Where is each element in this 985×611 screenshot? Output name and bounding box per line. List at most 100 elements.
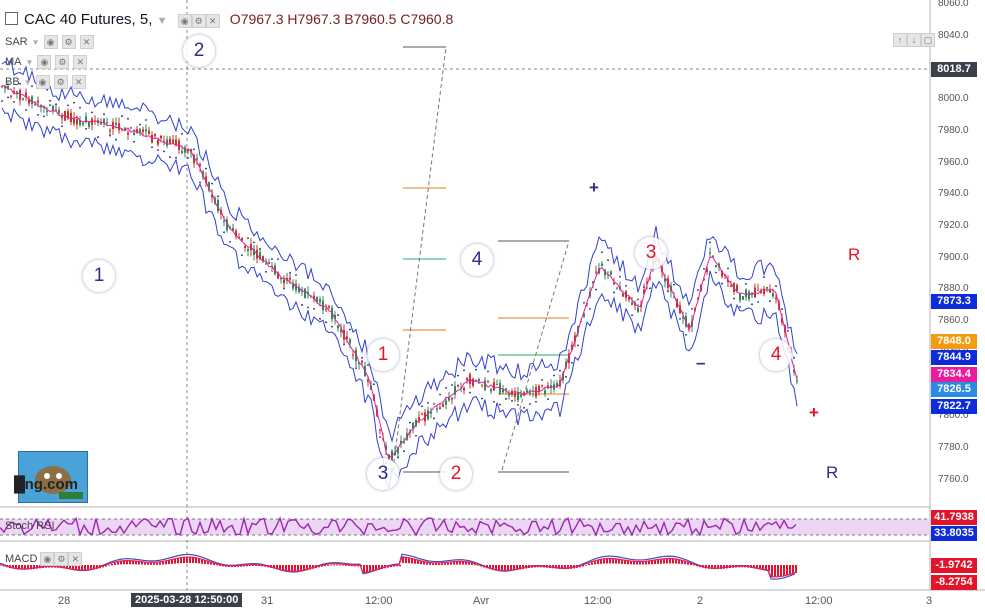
- candle-body: [439, 407, 441, 410]
- time-label: 2: [697, 595, 704, 607]
- fib-projection[interactable]: [498, 240, 570, 473]
- close-icon[interactable]: ✕: [68, 552, 83, 566]
- chevron-down-icon[interactable]: ▼: [26, 58, 34, 67]
- candle-body: [100, 123, 102, 125]
- resistance-marker[interactable]: R: [826, 463, 838, 483]
- sar-dot: [229, 241, 231, 243]
- candle-body: [148, 130, 150, 135]
- chart-canvas[interactable]: [0, 0, 985, 611]
- sar-dot: [133, 140, 135, 143]
- macd-bar: [774, 565, 776, 577]
- macd-bar: [786, 565, 788, 576]
- maximize-icon[interactable]: ▢: [921, 33, 935, 47]
- close-icon[interactable]: ✕: [73, 55, 88, 69]
- collapse-icon[interactable]: [5, 12, 18, 25]
- candle-body: [346, 336, 348, 339]
- candle-body: [433, 403, 435, 405]
- eye-icon[interactable]: ◉: [40, 552, 55, 566]
- eye-icon[interactable]: ◉: [177, 14, 192, 28]
- pane-controls: ↑ ↓ ▢: [893, 30, 935, 48]
- wave-label[interactable]: 3: [367, 458, 399, 490]
- macd-bar: [771, 565, 773, 577]
- candle-body: [796, 380, 798, 382]
- candle-body: [349, 339, 351, 344]
- macd-bar: [144, 562, 146, 565]
- sar-dot: [163, 150, 165, 153]
- macd-bar: [252, 565, 254, 566]
- sar-dot: [13, 100, 15, 103]
- macd-bar: [339, 564, 341, 566]
- candle-body: [631, 302, 633, 305]
- wave-label[interactable]: 1: [367, 339, 399, 371]
- close-icon[interactable]: ✕: [71, 75, 86, 89]
- wave-label[interactable]: 3: [635, 237, 667, 269]
- arrow-up-icon[interactable]: ↑: [893, 33, 907, 47]
- symbol-header[interactable]: CAC 40 Futures, 5, ▼ ◉ ⚙ ✕ O7967.3 H7967.3…: [5, 11, 453, 28]
- plus-marker[interactable]: +: [589, 178, 599, 198]
- stoch-rsi-label[interactable]: Stoch RSI: [5, 520, 55, 532]
- sar-dot: [331, 325, 333, 328]
- eye-icon[interactable]: ◉: [37, 55, 52, 69]
- chevron-down-icon[interactable]: ▼: [32, 38, 40, 47]
- close-icon[interactable]: ✕: [205, 14, 220, 28]
- time-label: 12:00: [805, 595, 833, 607]
- sar-dot: [367, 364, 369, 366]
- price-tag: 7848.0: [931, 334, 977, 349]
- candle-body: [484, 380, 486, 391]
- gear-icon[interactable]: ⚙: [53, 75, 68, 89]
- macd-bar: [597, 560, 599, 565]
- gear-icon[interactable]: ⚙: [55, 55, 70, 69]
- sar-dot: [67, 104, 69, 107]
- plus-marker[interactable]: +: [809, 403, 819, 423]
- close-icon[interactable]: ✕: [79, 35, 94, 49]
- macd-bar: [108, 565, 110, 566]
- sar-dot: [535, 400, 537, 403]
- price-tick: 8000.0: [938, 93, 969, 105]
- time-label: Avr: [473, 595, 490, 607]
- wave-label[interactable]: 2: [183, 35, 215, 67]
- wave-label[interactable]: 1: [83, 260, 115, 292]
- price-tick: 8040.0: [938, 29, 969, 41]
- sar-dot: [73, 101, 75, 104]
- candle-body: [490, 388, 492, 392]
- candle-body: [247, 248, 249, 252]
- sar-dot: [589, 307, 591, 310]
- gear-icon[interactable]: ⚙: [61, 35, 76, 49]
- sar-dot: [325, 321, 327, 324]
- sar-dot: [205, 167, 207, 170]
- sar-dot: [463, 369, 465, 372]
- macd-bar: [591, 562, 593, 565]
- chevron-down-icon[interactable]: ▼: [24, 78, 32, 87]
- price-tick: 7980.0: [938, 124, 969, 136]
- macd-label[interactable]: MACD ◉ ⚙ ✕: [5, 552, 83, 566]
- indicator-row-bb[interactable]: BB ▼ ◉ ⚙ ✕: [5, 75, 86, 89]
- fib-projection[interactable]: [392, 46, 447, 473]
- candle-body: [322, 300, 324, 311]
- chevron-down-icon[interactable]: ▼: [157, 15, 168, 27]
- eye-icon[interactable]: ◉: [35, 75, 50, 89]
- indicator-row-ma[interactable]: MA ▼ ◉ ⚙ ✕: [5, 55, 88, 69]
- resistance-marker[interactable]: R: [848, 245, 860, 265]
- indicator-row-sar[interactable]: SAR ▼ ◉ ⚙ ✕: [5, 35, 94, 49]
- sar-dot: [691, 308, 693, 310]
- wave-label[interactable]: 4: [760, 339, 792, 371]
- minus-marker[interactable]: –: [696, 353, 705, 373]
- wave-label[interactable]: 2: [440, 458, 472, 490]
- candle-body: [613, 282, 615, 285]
- gear-icon[interactable]: ⚙: [54, 552, 69, 566]
- eye-icon[interactable]: ◉: [43, 35, 58, 49]
- macd-bar: [171, 559, 173, 564]
- sar-dot: [505, 398, 507, 400]
- gear-icon[interactable]: ⚙: [191, 14, 206, 28]
- macd-bar: [783, 565, 785, 577]
- arrow-down-icon[interactable]: ↓: [907, 33, 921, 47]
- candle-body: [175, 139, 177, 145]
- candle-body: [157, 139, 159, 145]
- candle-body: [361, 360, 363, 363]
- wave-label[interactable]: 4: [461, 244, 493, 276]
- price-tick: 7920.0: [938, 219, 969, 231]
- macd-bar: [150, 562, 152, 565]
- macd-bar: [585, 565, 587, 566]
- crosshair-time-label: 2025-03-28 12:50:00: [131, 593, 243, 607]
- candle-body: [601, 263, 603, 267]
